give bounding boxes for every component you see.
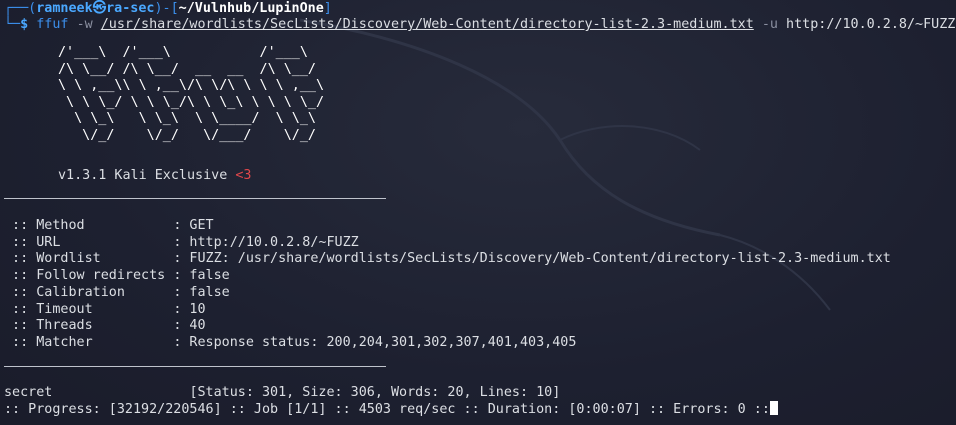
separator-top: [4, 198, 386, 199]
terminal-cursor: [769, 401, 778, 415]
result-row: secret [Status: 301, Size: 306, Words: 2…: [4, 385, 560, 401]
config-row-timeout: :: Timeout : 10: [4, 301, 206, 317]
prompt-at-symbol: ㉿: [92, 1, 107, 16]
version-text: v1.3.1 Kali Exclusive: [58, 168, 228, 183]
result-details: [Status: 301, Size: 306, Words: 20, Line…: [189, 385, 561, 400]
progress-line: :: Progress: [32192/220546] :: Job [1/1]…: [4, 401, 778, 417]
config-row-url: :: URL : http://10.0.2.8/~FUZZ: [4, 234, 359, 250]
separator-bottom: [4, 366, 386, 367]
config-row-calibration: :: Calibration : false: [4, 284, 230, 300]
prompt-header: ┌──(ramneek㉿ra-sec)-[~/Vulnhub/LupinOne]: [4, 1, 332, 16]
config-row-method: :: Method : GET: [4, 218, 214, 233]
target-url: http://10.0.2.8/~FUZZ: [786, 17, 956, 32]
progress-text: :: Progress: [32192/220546] :: Job [1/1]…: [4, 402, 770, 417]
config-row-wordlist: :: Wordlist : FUZZ: /usr/share/wordlists…: [4, 251, 891, 267]
result-word: secret: [4, 385, 53, 400]
prompt-cwd: ~/Vulnhub/LupinOne: [178, 1, 324, 16]
ffuf-ascii-banner: /'___\ /'___\ /'___\ /\ \__/ /\ \__/ __ …: [58, 45, 325, 143]
prompt-host: ra-sec: [106, 1, 155, 16]
heart-text: <3: [235, 168, 252, 183]
config-row-follow-redirects: :: Follow redirects : false: [4, 268, 230, 284]
terminal-window[interactable]: ┌──(ramneek㉿ra-sec)-[~/Vulnhub/LupinOne]…: [0, 0, 956, 425]
flag-wordlist: -w: [76, 17, 93, 32]
command-line[interactable]: └─$ ffuf -w /usr/share/wordlists/SecList…: [4, 17, 955, 33]
wordlist-path: /usr/share/wordlists/SecLists/Discovery/…: [100, 17, 754, 32]
config-row-matcher: :: Matcher : Response status: 200,204,30…: [4, 334, 577, 350]
prompt-user: ramneek: [36, 1, 93, 16]
version-line: v1.3.1 Kali Exclusive <3: [58, 168, 252, 184]
flag-url: -u: [761, 17, 778, 32]
command-name: ffuf: [36, 17, 69, 32]
config-row-threads: :: Threads : 40: [4, 318, 206, 334]
